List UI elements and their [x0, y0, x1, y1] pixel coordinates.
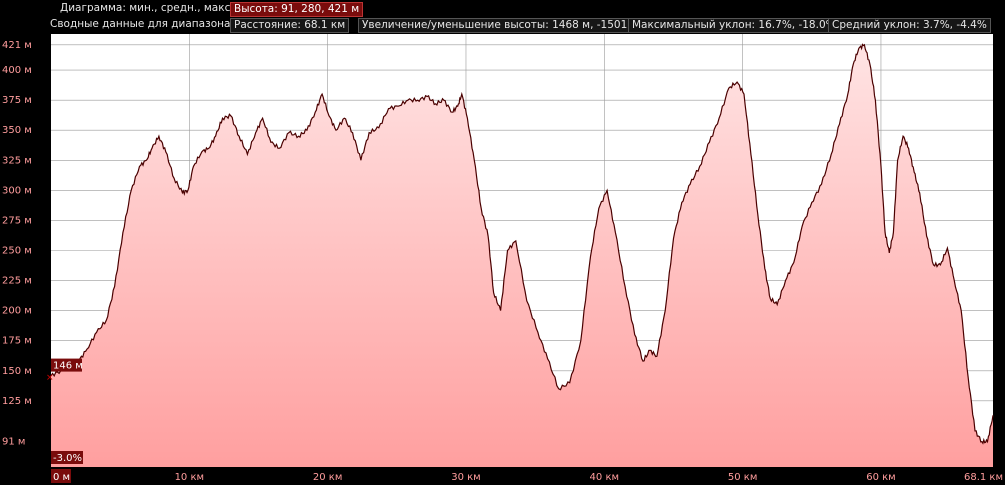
x-tick-label: 40 км [590, 472, 620, 483]
x-tick-label: 20 км [313, 472, 343, 483]
x-tick-label: 0 м [53, 472, 70, 483]
slope-label: -3.0% [53, 453, 82, 464]
x-axis-ticks: 0 м 10 км 20 км 30 км 40 км 50 км 60 км 68.1 км [51, 469, 1003, 483]
y-tick-label: 150 м [2, 366, 32, 377]
y-tick-label: 325 м [2, 155, 32, 166]
y-tick-label: 225 м [2, 276, 32, 287]
y-tick-label: 275 м [2, 215, 32, 226]
y-tick-label: 175 м [2, 336, 32, 347]
y-tick-label: 200 м [2, 306, 32, 317]
y-tick-label: 400 м [2, 65, 32, 76]
x-tick-label: 10 км [175, 472, 205, 483]
x-tick-label: 50 км [728, 472, 758, 483]
start-point-cross-icon: ✕ [46, 374, 54, 384]
y-tick-label: 250 м [2, 246, 32, 257]
x-tick-label: 30 км [451, 472, 481, 483]
y-tick-label: 375 м [2, 95, 32, 106]
start-elevation-label: 146 м [53, 361, 83, 372]
y-axis-ticks: 421 м 400 м 375 м 350 м 325 м 300 м 275 м 250 м… [2, 40, 32, 448]
y-tick-label: 91 м [2, 437, 25, 448]
y-tick-label: 350 м [2, 125, 32, 136]
slope-indicator: -3.0% [51, 451, 83, 464]
y-tick-label: 125 м [2, 396, 32, 407]
y-tick-label: 421 м [2, 40, 32, 51]
x-tick-label: 60 км [866, 472, 896, 483]
elevation-profile-chart[interactable]: 421 м 400 м 375 м 350 м 325 м 300 м 275 м 250 м… [0, 0, 1005, 485]
y-tick-label: 300 м [2, 185, 32, 196]
x-tick-label: 68.1 км [964, 472, 1003, 483]
